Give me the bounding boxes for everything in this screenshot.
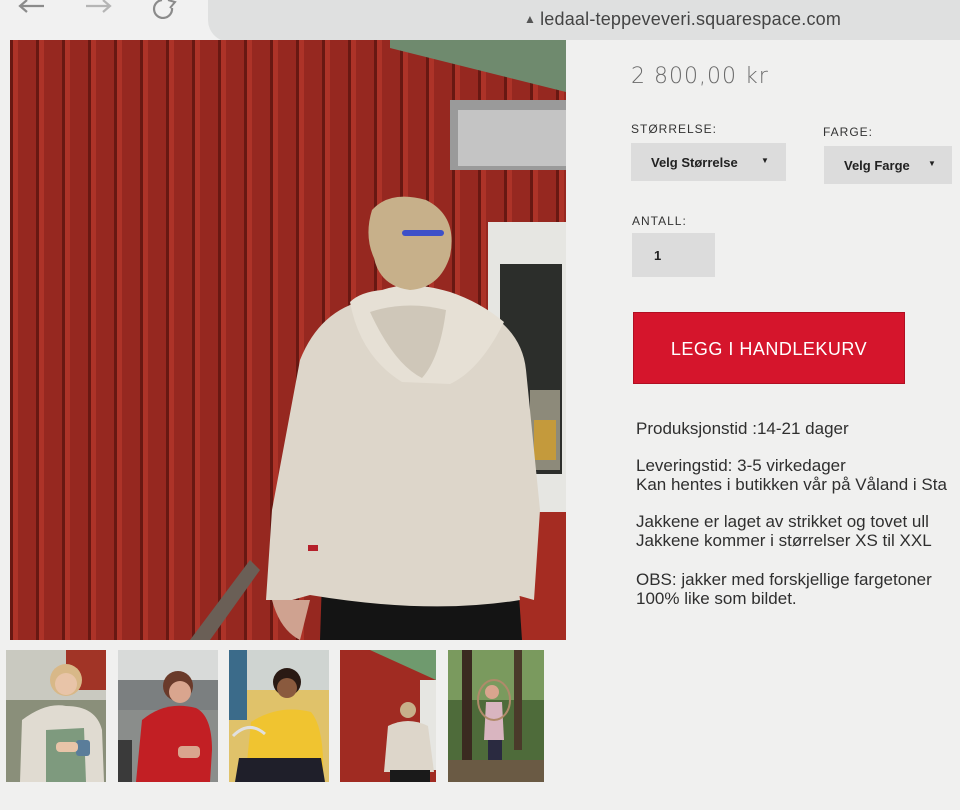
material-text: Jakkene er laget av strikket og tovet ul… — [636, 512, 929, 531]
lock-icon: ▲ — [524, 12, 537, 26]
color-label: FARGE: — [823, 125, 874, 139]
color-select[interactable]: Velg Farge ▼ — [824, 146, 952, 184]
color-note-text-2: 100% like som bildet. — [636, 589, 797, 608]
size-select[interactable]: Velg Størrelse ▼ — [631, 143, 786, 181]
size-select-value: Velg Størrelse — [651, 155, 738, 170]
forward-arrow-icon[interactable] — [82, 0, 118, 20]
back-arrow-icon[interactable] — [12, 0, 48, 20]
url-text: ▲ ledaal-teppeveveri.squarespace.com — [524, 9, 841, 30]
url-label: ledaal-teppeveveri.squarespace.com — [540, 9, 842, 29]
thumb-person-forest[interactable] — [448, 650, 544, 782]
address-bar[interactable]: ▲ ledaal-teppeveveri.squarespace.com — [208, 0, 960, 42]
quantity-label: ANTALL: — [632, 214, 687, 228]
chevron-down-icon: ▼ — [928, 159, 936, 168]
delivery-time-text: Leveringstid: 3-5 virkedager — [636, 456, 846, 475]
pickup-text: Kan hentes i butikken vår på Våland i St… — [636, 475, 947, 494]
browser-toolbar: ▲ ledaal-teppeveveri.squarespace.com — [0, 0, 960, 42]
sizes-text: Jakkene kommer i størrelser XS til XXL — [636, 531, 932, 550]
product-price: 2 800,00 kr — [631, 64, 769, 89]
color-note-text: OBS: jakker med forskjellige fargetoner — [636, 570, 932, 589]
thumb-woman-yellow-jacket[interactable] — [229, 650, 329, 782]
production-time-text: Produksjonstid :14-21 dager — [636, 419, 849, 438]
reload-icon[interactable] — [146, 0, 182, 20]
main-product-image[interactable] — [10, 40, 566, 640]
chevron-down-icon: ▼ — [761, 156, 769, 165]
color-select-value: Velg Farge — [844, 158, 910, 173]
thumb-woman-red-jacket[interactable] — [118, 650, 218, 782]
quantity-input[interactable]: 1 — [632, 233, 715, 277]
thumb-woman-white-jacket-red-house[interactable] — [340, 650, 436, 782]
size-label: STØRRELSE: — [631, 122, 718, 136]
thumb-woman-white-jacket-cup[interactable] — [6, 650, 106, 782]
add-to-cart-button[interactable]: LEGG I HANDLEKURV — [633, 312, 905, 384]
